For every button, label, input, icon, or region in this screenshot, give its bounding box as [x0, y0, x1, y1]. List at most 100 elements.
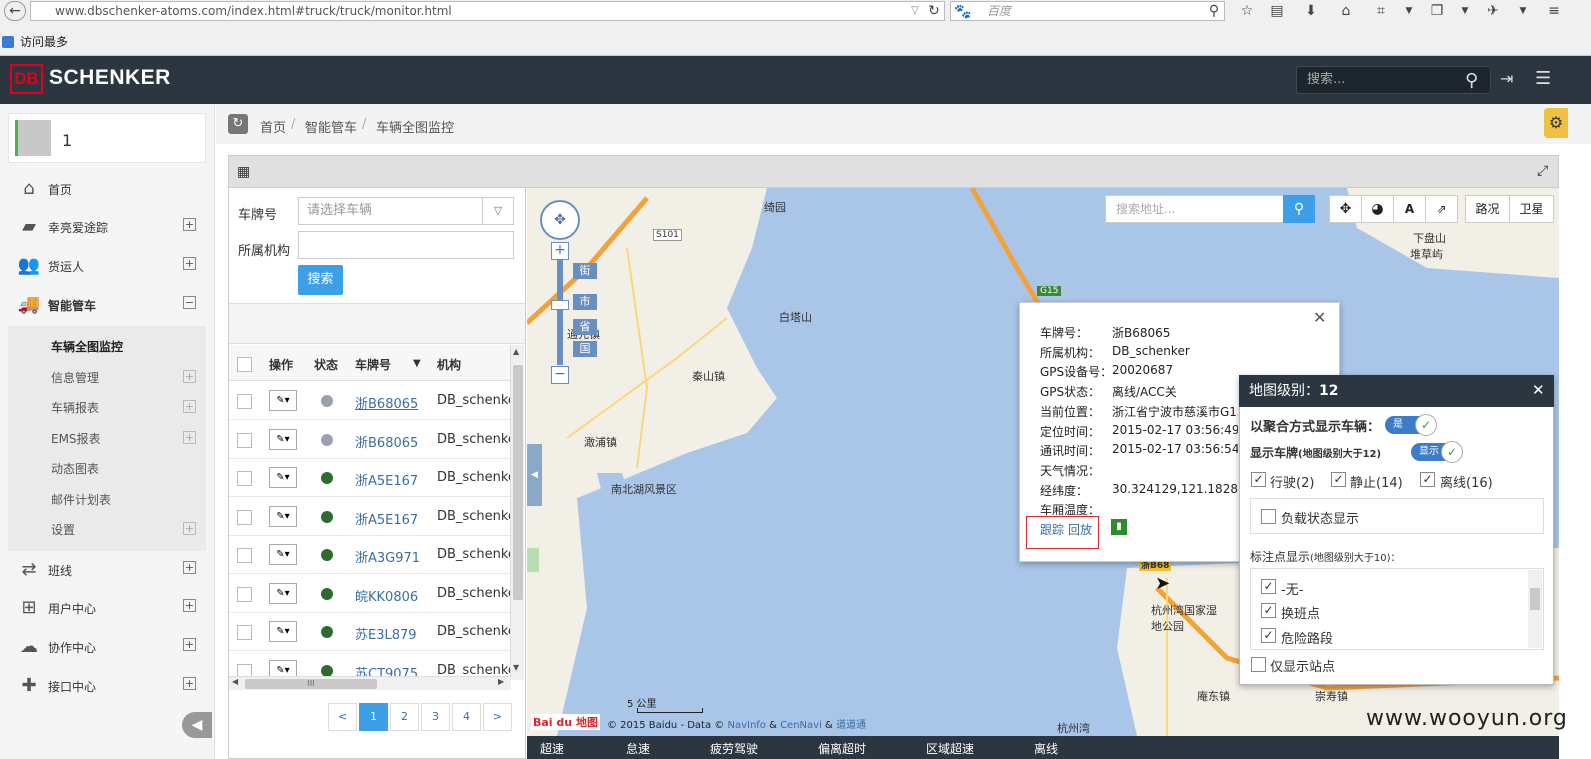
- pagination-page-4[interactable]: 4: [452, 703, 481, 731]
- pan-control[interactable]: ✥: [540, 200, 580, 240]
- track-link[interactable]: 跟踪: [1040, 521, 1064, 538]
- row-checkbox[interactable]: [237, 509, 252, 525]
- pagination-prev[interactable]: <: [328, 703, 357, 731]
- table-row[interactable]: ✎▾ 浙B68065 DB_schenker: [229, 382, 511, 420]
- map-search-button[interactable]: ⚲: [1283, 195, 1315, 223]
- satellite-button[interactable]: 卫星: [1509, 195, 1554, 223]
- table-horizontal-scrollbar[interactable]: III ◀ ▶: [229, 676, 511, 690]
- provider-cennavi[interactable]: CenNavi: [780, 720, 822, 731]
- alarm-tab[interactable]: 超速: [540, 740, 564, 757]
- edit-action-button[interactable]: ✎▾: [269, 467, 297, 488]
- sort-desc-icon[interactable]: ▼: [413, 358, 421, 369]
- row-checkbox[interactable]: [237, 471, 252, 486]
- plate-link[interactable]: 浙A3G971: [355, 547, 420, 566]
- alarm-tab[interactable]: 怠速: [626, 740, 650, 757]
- signal-chart-icon[interactable]: ▮: [1111, 519, 1127, 535]
- select-all-checkbox[interactable]: [237, 357, 252, 372]
- sidebar-collapse-button[interactable]: ◀: [182, 712, 212, 738]
- pan-tool-button[interactable]: ✥: [1329, 195, 1362, 223]
- header-search-input[interactable]: 搜索...: [1296, 66, 1491, 94]
- crop-icon[interactable]: ⌗: [1372, 2, 1390, 20]
- url-bar[interactable]: www.dbschenker-atoms.com/index.html#truc…: [30, 1, 945, 21]
- table-row[interactable]: ✎▾ 浙A5E167 DB_schenker: [229, 459, 511, 497]
- plate-link[interactable]: 皖KK0806: [355, 586, 418, 605]
- sidebar-item-api-center[interactable]: ✚ 接口中心 +: [0, 667, 212, 705]
- sidebar-item-home[interactable]: ⌂ 首页: [0, 170, 212, 208]
- menu-icon[interactable]: ☰: [1535, 68, 1551, 89]
- table-row[interactable]: ✎▾ 浙A5E167 DB_schenker: [229, 498, 511, 536]
- menu-dropdown-icon[interactable]: ▼: [1400, 2, 1418, 20]
- cluster-toggle[interactable]: 是 ✓: [1385, 414, 1437, 436]
- fullscreen-icon[interactable]: ⤢: [1537, 163, 1548, 179]
- provider-navinfo[interactable]: NavInfo: [727, 720, 765, 731]
- table-vertical-scrollbar[interactable]: ▲ ▼: [510, 345, 524, 680]
- expand-icon[interactable]: +: [183, 561, 196, 574]
- row-checkbox[interactable]: [237, 625, 252, 640]
- pagination-next[interactable]: >: [483, 703, 512, 731]
- back-icon[interactable]: ←: [4, 1, 26, 21]
- panel-collapse-handle[interactable]: ◀: [527, 444, 542, 506]
- submenu-item-info[interactable]: 信息管理 +: [8, 361, 206, 391]
- pagination-page-2[interactable]: 2: [390, 703, 419, 731]
- edit-action-button[interactable]: ✎▾: [269, 544, 297, 565]
- marker-danger-road-checkbox[interactable]: ✓: [1261, 628, 1276, 643]
- logout-icon[interactable]: ⇥: [1500, 69, 1513, 88]
- sidebar-item-shipper[interactable]: 👥 货运人 +: [0, 247, 212, 285]
- marker-shift-point-checkbox[interactable]: ✓: [1261, 603, 1276, 618]
- close-icon[interactable]: ✕: [1313, 308, 1326, 327]
- table-row[interactable]: ✎▾ 浙A3G971 DB_schenker: [229, 536, 511, 574]
- row-checkbox[interactable]: [237, 394, 252, 409]
- window-icon[interactable]: ❐: [1428, 2, 1446, 20]
- breadcrumb-home[interactable]: 首页: [260, 117, 286, 136]
- row-checkbox[interactable]: [237, 586, 252, 602]
- settings-button[interactable]: ⚙: [1544, 108, 1568, 138]
- alarm-tab[interactable]: 偏离超时: [818, 740, 866, 757]
- layer-panel-close-icon[interactable]: ✕: [1532, 381, 1545, 399]
- chevron-down-icon[interactable]: ▽: [482, 198, 513, 224]
- expand-icon[interactable]: +: [183, 522, 196, 535]
- plate-link[interactable]: 浙A5E167: [355, 470, 418, 489]
- expand-icon[interactable]: +: [183, 677, 196, 690]
- vehicle-arrow-icon[interactable]: ➤: [1155, 573, 1170, 594]
- sidebar-item-collab-center[interactable]: ☁ 协作中心 +: [0, 628, 212, 666]
- submenu-item-ems-report[interactable]: EMS报表 +: [8, 422, 206, 452]
- marker-none-checkbox[interactable]: ✓: [1261, 579, 1276, 594]
- status-offline-checkbox[interactable]: ✓: [1420, 472, 1435, 487]
- zoom-in-button[interactable]: +: [551, 242, 569, 260]
- expand-icon[interactable]: +: [183, 218, 196, 231]
- scroll-right-icon[interactable]: ▶: [498, 677, 504, 686]
- expand-icon[interactable]: +: [183, 370, 196, 383]
- expand-icon[interactable]: +: [183, 400, 196, 413]
- sidebar-item-user-center[interactable]: ⊞ 用户中心 +: [0, 589, 212, 627]
- edit-action-button[interactable]: ✎▾: [269, 505, 297, 527]
- zoom-out-button[interactable]: −: [551, 366, 569, 384]
- edit-action-button[interactable]: ✎▾: [269, 428, 297, 450]
- alarm-tab[interactable]: 离线: [1034, 740, 1058, 757]
- edit-action-button[interactable]: ✎▾: [269, 621, 297, 642]
- hscroll-thumb[interactable]: III: [245, 679, 377, 689]
- menu-dropdown-icon-2[interactable]: ▼: [1456, 2, 1474, 20]
- pagination-page-3[interactable]: 3: [421, 703, 450, 731]
- markers-scrollbar[interactable]: [1528, 570, 1542, 648]
- edit-action-button[interactable]: ✎▾: [269, 582, 297, 604]
- dropdown-icon[interactable]: ▽: [906, 2, 924, 20]
- zoom-level-street[interactable]: 街: [573, 263, 597, 279]
- status-stopped-checkbox[interactable]: ✓: [1331, 472, 1346, 487]
- reading-list-icon[interactable]: ▤: [1268, 2, 1286, 20]
- load-status-checkbox[interactable]: [1261, 509, 1276, 524]
- zoom-level-country[interactable]: 国: [573, 341, 597, 357]
- markers-scroll-thumb[interactable]: [1530, 588, 1540, 610]
- sidebar-item-tracking[interactable]: ▰ 幸亮爱途踪 +: [0, 208, 212, 246]
- reload-icon[interactable]: ↻: [925, 2, 943, 20]
- collapse-icon[interactable]: −: [183, 296, 196, 309]
- playback-link[interactable]: 回放: [1068, 521, 1092, 538]
- road-tool-button[interactable]: A: [1393, 195, 1426, 223]
- only-stations-checkbox[interactable]: [1251, 657, 1266, 672]
- home-browser-icon[interactable]: ⌂: [1337, 2, 1355, 20]
- scroll-left-icon[interactable]: ◀: [232, 677, 238, 686]
- table-row[interactable]: ✎▾ 苏E3L879 DB_schenker: [229, 613, 511, 651]
- edit-action-button[interactable]: ✎▾: [269, 390, 297, 411]
- plate-toggle[interactable]: 显示 ✓: [1411, 441, 1463, 463]
- row-checkbox[interactable]: [237, 548, 252, 563]
- sidebar-item-smart-fleet[interactable]: 🚚 智能管车 −: [0, 286, 212, 324]
